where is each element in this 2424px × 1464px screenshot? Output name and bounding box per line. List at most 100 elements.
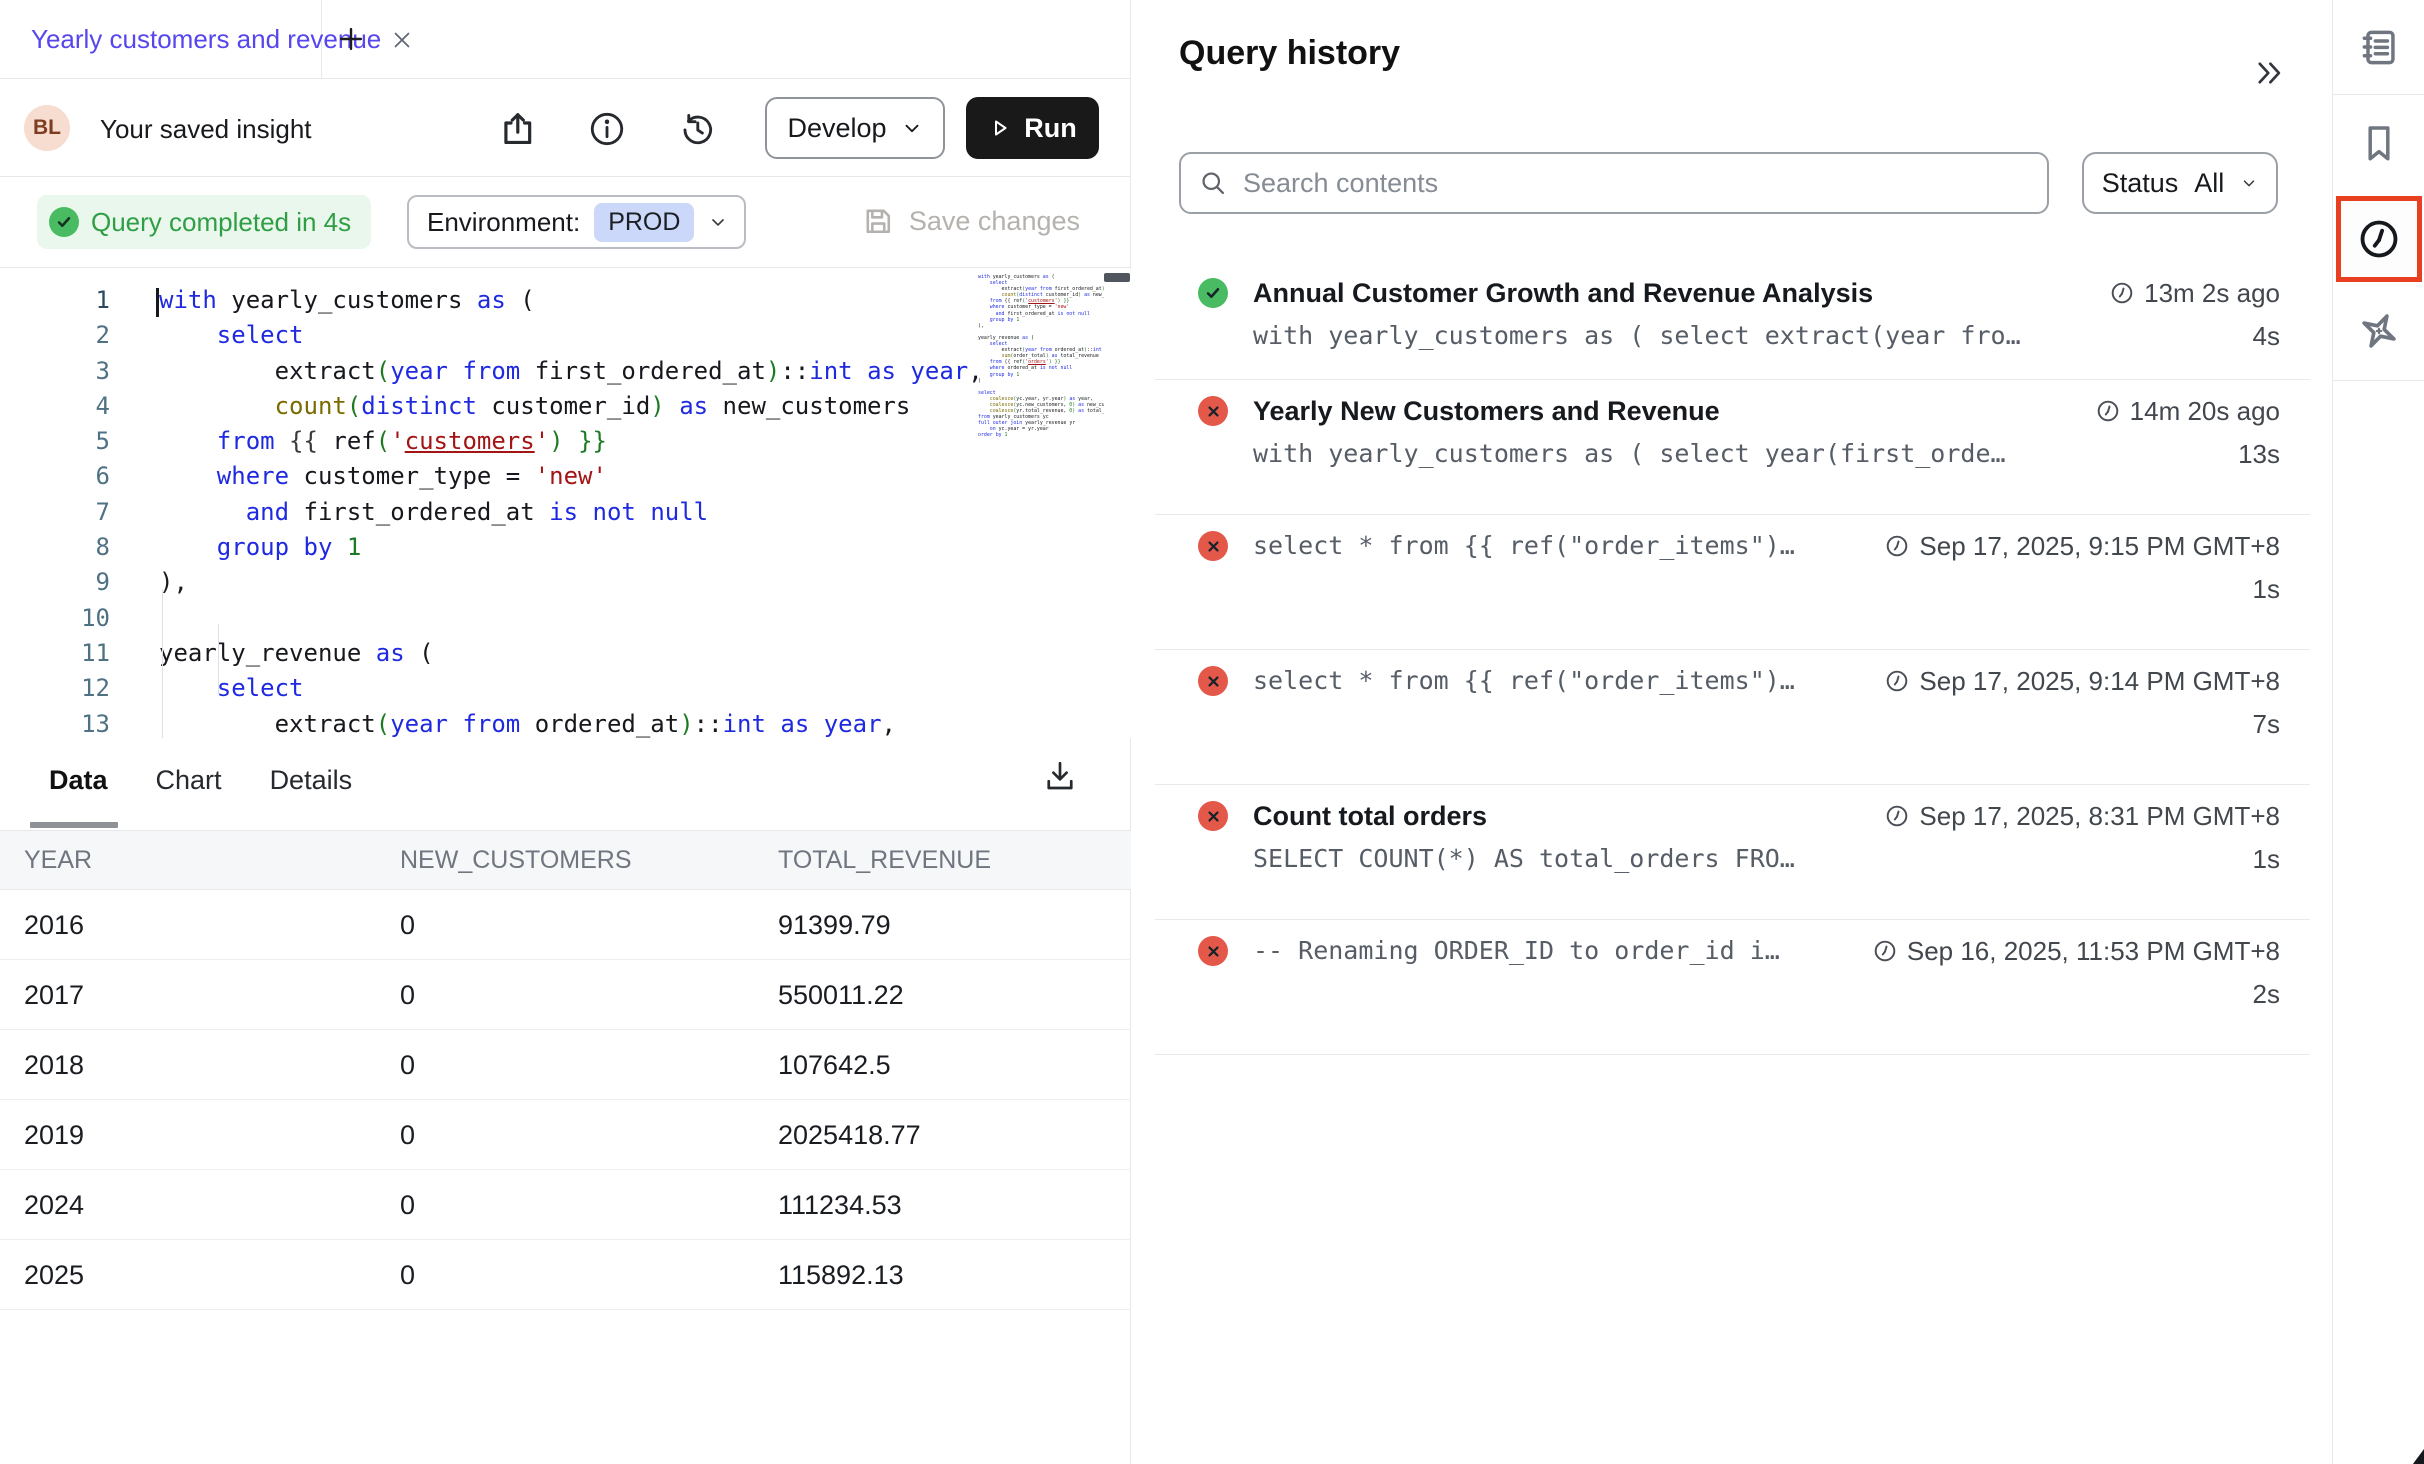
- tab-data[interactable]: Data: [49, 765, 108, 796]
- results-table: YEARNEW_CUSTOMERSTOTAL_REVENUE 201609139…: [0, 830, 1131, 1310]
- history-item[interactable]: select * from {{ ref("order_items")…Sep …: [1155, 515, 2310, 650]
- history-item-query: SELECT COUNT(*) AS total_orders FRO…: [1253, 843, 1795, 875]
- chevron-down-icon: [901, 117, 923, 139]
- tab-chart[interactable]: Chart: [156, 765, 222, 796]
- status-filter-button[interactable]: Status All: [2082, 152, 2278, 214]
- line-number: 6: [0, 459, 110, 494]
- save-changes-button[interactable]: Save changes: [861, 204, 1080, 238]
- clock-icon: [2109, 280, 2135, 306]
- history-item-duration: 2s: [2253, 978, 2280, 1010]
- history-item-time: Sep 17, 2025, 8:31 PM GMT+8: [1884, 799, 2280, 833]
- table-cell: 2017: [24, 960, 84, 1030]
- table-row: 201902025418.77: [0, 1100, 1131, 1170]
- text-cursor: [156, 288, 159, 317]
- table-cell: 2016: [24, 890, 84, 960]
- floppy-icon: [861, 204, 895, 238]
- table-cell: 2019: [24, 1100, 84, 1170]
- double-chevron-right-icon[interactable]: [2252, 56, 2286, 90]
- new-tab-button[interactable]: [334, 22, 368, 56]
- history-item[interactable]: select * from {{ ref("order_items")…Sep …: [1155, 650, 2310, 785]
- table-cell: 2018: [24, 1030, 84, 1100]
- run-button[interactable]: Run: [966, 97, 1099, 159]
- history-item-title: Yearly New Customers and Revenue: [1253, 394, 1720, 428]
- history-item-row: with yearly_customers as ( select extrac…: [1253, 320, 2280, 352]
- environment-select[interactable]: Environment: PROD: [407, 195, 746, 249]
- develop-label: Develop: [787, 113, 886, 144]
- divider: [2333, 94, 2424, 95]
- line-number: 10: [0, 601, 110, 636]
- search-input[interactable]: [1243, 168, 2029, 199]
- line-number: 12: [0, 671, 110, 706]
- table-row: 20180107642.5: [0, 1030, 1131, 1100]
- insight-toolbar: BL Your saved insight Develop Run: [0, 79, 1130, 177]
- code-line: and first_ordered_at is not null: [159, 495, 983, 530]
- clock-icon: [1884, 533, 1910, 559]
- history-item-title: -- Renaming ORDER_ID to order_id i…: [1253, 934, 1780, 968]
- code-line: select: [159, 318, 983, 353]
- history-item[interactable]: Yearly New Customers and Revenue14m 20s …: [1155, 380, 2310, 515]
- editor-scrollbar-thumb[interactable]: [1104, 273, 1130, 282]
- minimap-line: order by 1: [978, 432, 1104, 438]
- history-item[interactable]: Annual Customer Growth and Revenue Analy…: [1155, 262, 2310, 380]
- bookmark-icon[interactable]: [2333, 121, 2424, 165]
- table-row: 2024 0 111234.53: [0, 1170, 1131, 1240]
- time-text: Sep 16, 2025, 11:53 PM GMT+8: [1907, 934, 2280, 968]
- history-item-title: select * from {{ ref("order_items")…: [1253, 664, 1795, 698]
- sql-editor[interactable]: 1234567891011121314151617181920212223242…: [0, 269, 1131, 738]
- history-item-row: Count total ordersSep 17, 2025, 8:31 PM …: [1253, 799, 2280, 833]
- history-item-row: with yearly_customers as ( select year(f…: [1253, 438, 2280, 470]
- table-header: YEARNEW_CUSTOMERSTOTAL_REVENUE: [0, 830, 1131, 890]
- close-icon[interactable]: [389, 27, 415, 53]
- column-header: NEW_CUSTOMERS: [400, 831, 632, 889]
- history-list: Annual Customer Growth and Revenue Analy…: [1132, 262, 2332, 1055]
- environment-label: Environment:: [427, 207, 580, 238]
- history-item-row: select * from {{ ref("order_items")…Sep …: [1253, 529, 2280, 563]
- code-line: extract(year from first_ordered_at)::int…: [159, 354, 983, 389]
- tab-title: Yearly customers and revenue: [31, 24, 381, 55]
- develop-button[interactable]: Develop: [765, 97, 945, 159]
- history-item[interactable]: -- Renaming ORDER_ID to order_id i… Sep 1…: [1155, 920, 2310, 1055]
- divider: [2333, 380, 2424, 381]
- query-status-badge: Query completed in 4s: [37, 195, 371, 249]
- code-line: group by 1: [159, 530, 983, 565]
- query-history-panel: Query history Status All Annual Customer…: [1132, 0, 2332, 1464]
- line-number: 2: [0, 318, 110, 353]
- history-restore-icon[interactable]: [678, 110, 716, 148]
- page-title: Query history: [1179, 34, 1400, 73]
- compass-star-icon[interactable]: [2333, 308, 2424, 354]
- notebook-icon[interactable]: [2333, 25, 2424, 69]
- history-item[interactable]: Count total ordersSep 17, 2025, 8:31 PM …: [1155, 785, 2310, 920]
- table-cell: 2025418.77: [778, 1100, 921, 1170]
- line-number: 9: [0, 565, 110, 600]
- line-number: 8: [0, 530, 110, 565]
- history-item-query: with yearly_customers as ( select extrac…: [1253, 320, 2021, 352]
- query-history-rail-button[interactable]: [2336, 196, 2422, 282]
- download-icon[interactable]: [1042, 758, 1078, 794]
- history-item-duration: 1s: [2253, 573, 2280, 605]
- saved-insight-label: Your saved insight: [100, 114, 312, 145]
- history-item-row: -- Renaming ORDER_ID to order_id i… Sep 1…: [1253, 934, 2280, 968]
- tab-details[interactable]: Details: [270, 765, 353, 796]
- table-cell: 0: [400, 1170, 415, 1240]
- query-status-bar: Query completed in 4s Environment: PROD …: [0, 177, 1130, 268]
- avatar[interactable]: BL: [24, 105, 70, 151]
- table-cell: 111234.53: [778, 1170, 902, 1240]
- editor-code[interactable]: with yearly_customers as ( select extrac…: [159, 283, 983, 738]
- chevron-down-icon: [2240, 174, 2258, 192]
- x-circle-icon: [1198, 666, 1228, 696]
- info-icon[interactable]: [588, 110, 626, 148]
- line-number: 11: [0, 636, 110, 671]
- tab-yearly-customers[interactable]: Yearly customers and revenue: [0, 0, 322, 79]
- x-circle-icon: [1198, 801, 1228, 831]
- history-item-row: select * from {{ ref("order_items")…Sep …: [1253, 664, 2280, 698]
- editor-minimap[interactable]: with yearly_customers as ( select extrac…: [978, 269, 1104, 738]
- table-cell: 107642.5: [778, 1030, 891, 1100]
- history-item-duration: 4s: [2253, 320, 2280, 352]
- line-number: 5: [0, 424, 110, 459]
- table-cell: 2024: [24, 1170, 84, 1240]
- table-cell: 0: [400, 890, 415, 960]
- history-item-row: 1s: [1253, 573, 2280, 605]
- history-item-query: with yearly_customers as ( select year(f…: [1253, 438, 2006, 470]
- share-icon[interactable]: [498, 110, 536, 148]
- x-circle-icon: [1198, 936, 1228, 966]
